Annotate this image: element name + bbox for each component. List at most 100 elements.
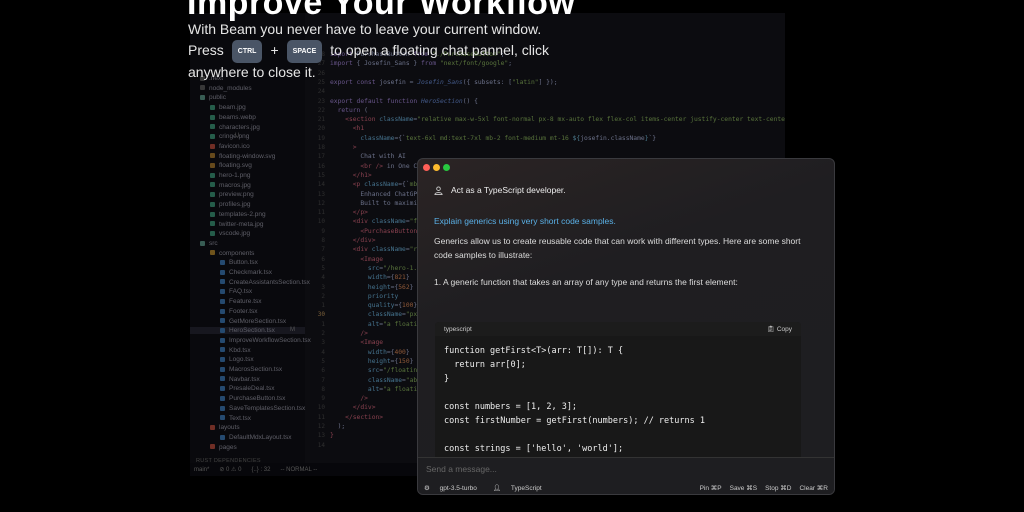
code-line[interactable]: > xyxy=(330,144,357,151)
code-line[interactable]: <p className={`mb-8 xyxy=(330,181,425,188)
code-line[interactable]: } xyxy=(330,432,334,439)
code-line[interactable]: </div> xyxy=(330,404,376,411)
file-name: beam.jpg xyxy=(219,104,246,112)
file-tree-item[interactable]: macros.jpg xyxy=(190,182,251,189)
message-input[interactable]: Send a message... xyxy=(418,457,834,479)
line-number: 20 xyxy=(317,125,325,133)
file-tree-item[interactable]: hero-1.png xyxy=(190,172,250,179)
file-tree-item[interactable]: src xyxy=(190,240,218,247)
code-token: /> xyxy=(330,330,368,337)
code-token: export default function xyxy=(330,97,421,105)
line-number: 6 xyxy=(321,367,325,375)
pin-button[interactable]: Pin ⌘P xyxy=(700,484,722,492)
file-tree-item[interactable]: vscode.jpg xyxy=(190,230,250,237)
code-line[interactable]: /> xyxy=(330,395,368,402)
file-tree-item[interactable]: Kbd.tsx xyxy=(190,347,251,354)
status-item: ⊘ 0 ⚠ 0 xyxy=(219,467,242,473)
file-tree-item[interactable]: HeroSection.tsx M xyxy=(190,327,305,335)
file-tree-item[interactable]: ImproveWorkflowSection.tsx xyxy=(190,337,311,344)
code-line[interactable]: height={562} xyxy=(330,284,414,291)
model-selector[interactable]: ⚙ gpt-3.5-turbo xyxy=(424,484,485,492)
file-tree-item[interactable]: profiles.jpg xyxy=(190,201,250,208)
file-tree-item[interactable]: DefaultMdxLayout.tsx xyxy=(190,434,292,441)
line-number: 4 xyxy=(321,348,325,356)
file-tree-item[interactable]: components xyxy=(190,250,254,257)
line-number: 2 xyxy=(321,330,325,337)
stop-button[interactable]: Stop ⌘D xyxy=(765,484,791,492)
code-line[interactable]: /> xyxy=(330,330,368,337)
minimize-window-button[interactable] xyxy=(433,164,440,171)
file-tree-item[interactable]: twitter-meta.jpg xyxy=(190,221,263,228)
code-line[interactable]: quality={100} xyxy=(330,302,417,309)
code-line[interactable]: <Image xyxy=(330,256,383,263)
code-line[interactable]: Chat with AI xyxy=(330,153,406,160)
code-line[interactable]: className={`text-6xl md:text-7xl mb-2 fo… xyxy=(330,135,656,142)
file-tree-item[interactable]: Logo.tsx xyxy=(190,356,254,363)
file-tree-item[interactable]: Button.tsx xyxy=(190,259,258,266)
close-window-button[interactable] xyxy=(423,164,430,171)
file-tree-item[interactable]: public xyxy=(190,94,226,101)
code-line[interactable]: export default function HeroSection() { xyxy=(330,98,478,105)
code-line[interactable]: </p> xyxy=(330,209,368,216)
file-tree-item[interactable]: floating.svg xyxy=(190,162,252,169)
file-icon xyxy=(220,376,225,382)
file-tree-item[interactable]: templates-2.png xyxy=(190,211,266,218)
file-icon xyxy=(220,298,225,304)
file-tree-item[interactable]: preview.png xyxy=(190,191,254,198)
file-tree-item[interactable]: PresaleDeal.tsx xyxy=(190,385,275,392)
code-line[interactable]: Enhanced ChatGPT xyxy=(330,191,421,198)
code-line[interactable]: </section> xyxy=(330,414,383,421)
code-line[interactable]: ); xyxy=(330,423,346,430)
code-line[interactable]: priority xyxy=(330,293,398,300)
line-number: 14 xyxy=(317,181,325,189)
file-tree-item[interactable]: beams.webp xyxy=(190,114,256,121)
file-tree-item[interactable]: CreateAssistantsSection.tsx xyxy=(190,279,310,286)
file-tree-item[interactable]: Text.tsx xyxy=(190,415,251,422)
code-line[interactable]: <Image xyxy=(330,339,383,346)
code-line[interactable]: height={150} xyxy=(330,358,414,365)
code-line[interactable]: className="px-4" xyxy=(330,311,429,318)
assistant-selector[interactable]: 👤︎ TypeScript xyxy=(493,484,550,492)
code-line[interactable]: <PurchaseButton xyxy=(330,228,421,235)
code-line[interactable]: <h1 xyxy=(330,125,364,132)
file-tree-item[interactable]: GetMoreSection.tsx xyxy=(190,318,286,325)
file-tree-item[interactable]: characters.jpg xyxy=(190,124,260,131)
file-tree-item[interactable]: beam.jpg xyxy=(190,104,246,111)
code-line[interactable]: return ( xyxy=(330,107,368,114)
file-tree-item[interactable]: favicon.ico xyxy=(190,143,250,150)
file-tree-item[interactable]: MacrosSection.tsx xyxy=(190,366,282,373)
file-tree-item[interactable]: cringe.png U xyxy=(190,133,249,140)
code-token: 100 xyxy=(402,302,414,310)
code-token: priority xyxy=(330,292,399,300)
floating-chat-window: Act as a TypeScript developer. Explain g… xyxy=(417,158,835,495)
file-tree-item[interactable]: node_modules xyxy=(190,85,252,92)
code-line[interactable]: <section className="relative max-w-5xl f… xyxy=(330,116,785,123)
code-line[interactable]: Built to maximize xyxy=(330,200,424,207)
code-line[interactable]: width={400} xyxy=(330,349,410,356)
file-tree-item[interactable]: SaveTemplatesSection.tsx xyxy=(190,405,305,412)
copy-button[interactable]: 📋︎ Copy xyxy=(767,325,792,333)
file-icon xyxy=(220,395,225,401)
file-name: Navbar.tsx xyxy=(229,375,260,383)
file-tree-item[interactable]: Checkmark.tsx xyxy=(190,269,272,276)
clear-button[interactable]: Clear ⌘R xyxy=(799,484,828,492)
code-line[interactable]: </div> xyxy=(330,237,376,244)
file-tree-item[interactable]: layouts xyxy=(190,424,240,431)
file-name: FAQ.tsx xyxy=(229,288,253,296)
maximize-window-button[interactable] xyxy=(443,164,450,171)
file-tree-item[interactable]: Feature.tsx xyxy=(190,298,262,305)
file-tree-item[interactable]: PurchaseButton.tsx xyxy=(190,395,285,402)
file-tree-item[interactable]: floating-window.svg xyxy=(190,153,275,160)
code-line[interactable]: </h1> xyxy=(330,172,372,179)
status-item: main* xyxy=(194,466,210,473)
file-tree-item[interactable]: Navbar.tsx xyxy=(190,376,260,383)
code-line[interactable]: width={821} xyxy=(330,274,410,281)
file-name: macros.jpg xyxy=(219,181,251,189)
save-button[interactable]: Save ⌘S xyxy=(730,484,757,492)
file-tree-item[interactable]: Footer.tsx xyxy=(190,308,258,315)
code-token: <div xyxy=(330,246,372,254)
clipboard-icon: 📋︎ xyxy=(766,326,777,333)
file-tree-item[interactable]: FAQ.tsx xyxy=(190,288,252,295)
line-number: 8 xyxy=(321,385,325,393)
file-tree-item[interactable]: pages xyxy=(190,444,237,451)
